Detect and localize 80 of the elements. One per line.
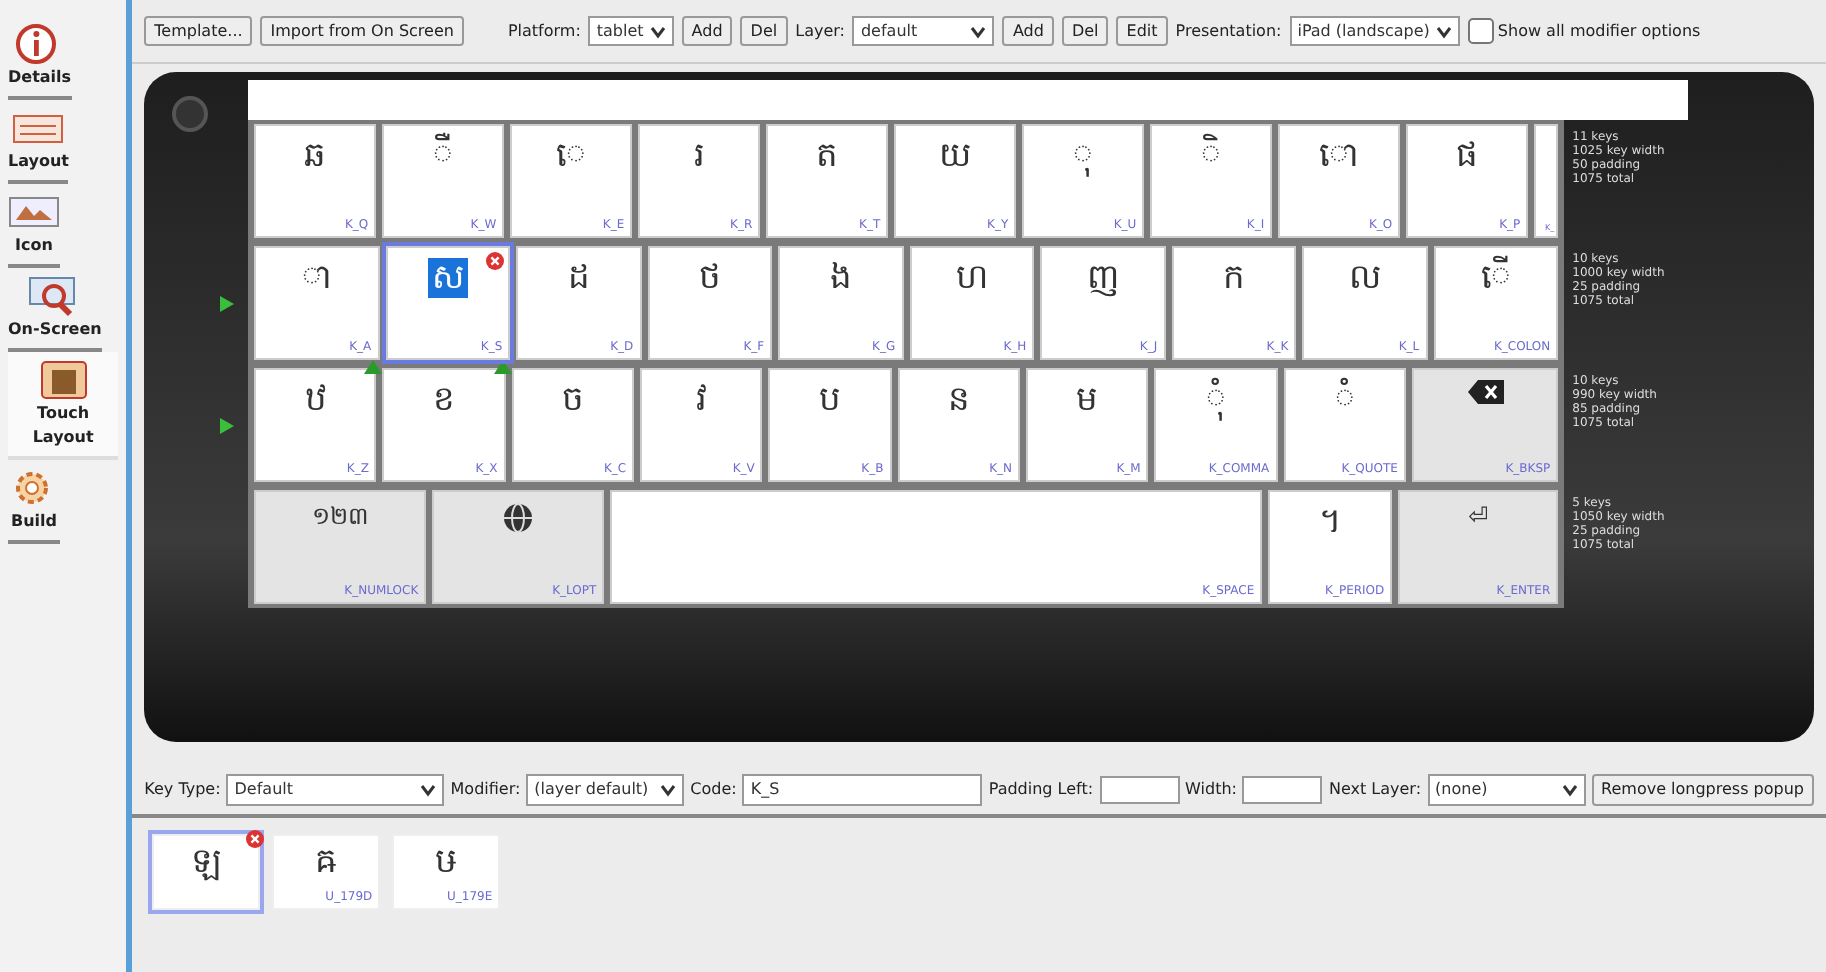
dropdown[interactable]: (none) [1427,774,1586,806]
key-label: ឆ [302,136,329,177]
tablet-icon [37,358,90,402]
key-label: យ [937,136,974,177]
key-label: ផ [1454,136,1481,177]
delete-icon[interactable] [246,830,265,848]
dropdown[interactable]: Default [226,774,445,806]
globe-icon [502,502,535,534]
longpress-key[interactable]: ឡ [152,834,261,910]
dropdown[interactable]: default [852,15,995,47]
key-label: ស [427,258,468,299]
field-label: Next Layer: [1328,778,1422,802]
sidebar-item[interactable]: Layout [8,100,69,184]
key-label: ង [827,258,854,299]
remove-popup-button[interactable]: Remove longpress popup [1591,774,1814,806]
key-label: េ [554,136,589,177]
field-label: Code: [690,778,737,802]
magnifier-icon [28,274,81,318]
key-label: ច [559,380,586,421]
toolbar-button[interactable]: Edit [1116,15,1168,47]
key-label: រ [692,136,707,177]
key-label: ឡ [189,842,224,886]
checkbox[interactable] [1467,18,1494,44]
key-label: ១២៣ [310,502,371,531]
toolbar-button[interactable]: Template... [144,15,253,47]
key-label: ញ [1084,258,1121,299]
key-label: ោ [1317,136,1362,177]
key-label: ិ [1199,136,1224,177]
key-label: ត [814,136,841,177]
toolbar-button[interactable]: Del [1061,15,1109,47]
key-label: ឋ [302,380,329,421]
key-label: ំ [1332,380,1357,421]
key-label: ម [1074,380,1101,421]
key-label: ខ [431,380,458,421]
dropdown[interactable]: (layer default) [526,774,685,806]
key-label: ⏎ [1466,502,1491,531]
field-label: Width: [1185,778,1237,802]
sidebar-item[interactable]: Build [8,460,60,544]
sidebar-item[interactable]: Details [8,16,72,100]
key-label: ។ [1317,502,1344,543]
caret-icon [1435,23,1452,39]
input-field[interactable] [1099,776,1180,804]
key-label: ហ [953,258,990,299]
field-label: Padding Left: [988,778,1094,802]
field-label: Key Type: [144,778,221,802]
toolbar-button[interactable]: Del [740,15,788,47]
input-field[interactable] [1242,776,1323,804]
dropdown[interactable]: tablet [588,15,674,47]
sidebar-item[interactable]: Icon [8,184,60,268]
key-label: ថ [696,258,723,299]
camera-icon [172,96,209,132]
caret-icon [420,782,437,798]
key-label: ុំ [1203,380,1228,421]
checkbox-label[interactable]: Show all modifier options [1467,18,1701,44]
dropdown[interactable]: iPad (landscape) [1289,15,1460,47]
key-label: ល [1346,258,1383,299]
key-label: វ [694,380,709,421]
field-label: Modifier: [450,778,521,802]
delete-icon[interactable] [486,252,505,270]
key-label: ប [817,380,844,421]
caret-icon [970,23,987,39]
key-label: ា [299,258,334,299]
key-label: ក [1220,258,1247,299]
caret-icon [660,782,677,798]
caret-icon [649,23,666,39]
key-label: ឺ [431,136,456,177]
key-label: ើ [1478,258,1513,299]
backspace-icon [1467,380,1504,404]
field-label: Platform: [507,19,581,43]
toolbar-button[interactable]: Add [681,15,733,47]
field-label: Presentation: [1175,19,1282,43]
key-label: ុ [1071,136,1096,177]
caret-icon [1561,782,1578,798]
input-field[interactable]: K_S [742,774,983,806]
sidebar-item[interactable]: Touch Layout [8,352,119,460]
toolbar-button[interactable]: Add [1002,15,1054,47]
toolbar-button[interactable]: Import from On Screen [260,15,464,47]
key-label: ន [945,380,972,421]
key-label: ដ [565,258,592,299]
field-label: Layer: [795,19,845,43]
